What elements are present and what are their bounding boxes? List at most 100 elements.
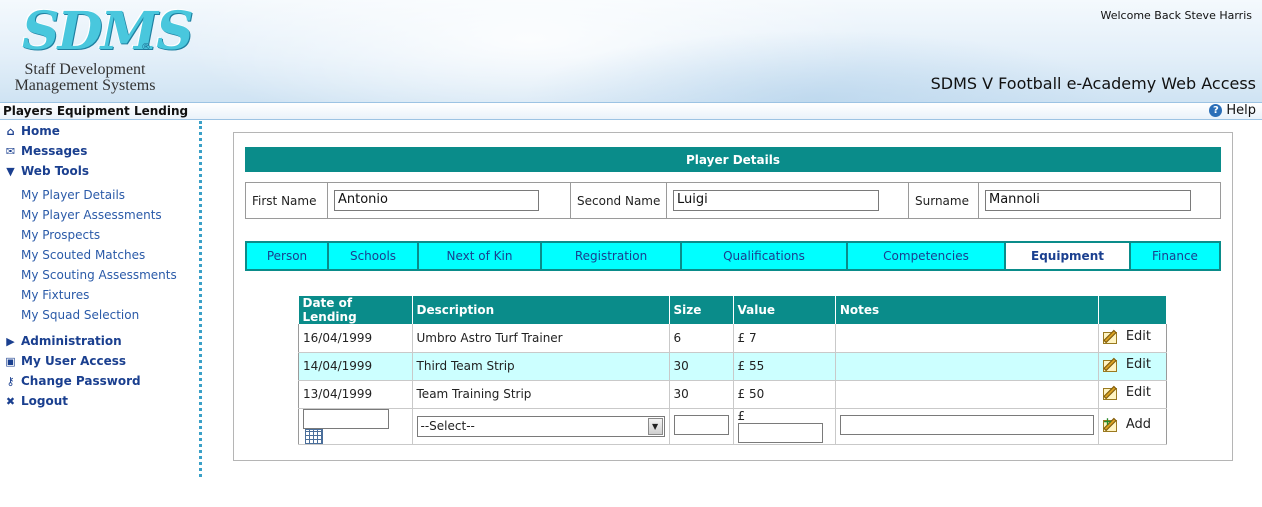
currency-symbol: £ (737, 409, 746, 423)
first-name-cell: Antonio (328, 183, 571, 218)
nav-change-password[interactable]: ⚷ Change Password (5, 372, 141, 390)
surname-cell: Mannoli (979, 183, 1220, 218)
nav-web-tools-label[interactable]: Web Tools (21, 164, 89, 178)
logo-registered-mark: ® (141, 42, 151, 53)
cell-description: Team Training Strip (412, 380, 670, 409)
first-name-field[interactable]: Antonio (334, 190, 539, 211)
second-name-label-cell: Second Name (571, 183, 667, 218)
logo-subtitle: Staff Development Management Systems (10, 62, 160, 94)
chevron-down-icon[interactable]: ▼ (647, 417, 663, 435)
nav-my-user-access[interactable]: ▣ My User Access (5, 352, 126, 370)
tab-qualifications[interactable]: Qualifications (682, 243, 848, 269)
sidebar-divider (199, 121, 202, 477)
page-title: Players Equipment Lending (3, 104, 189, 118)
new-date-input[interactable] (303, 408, 389, 429)
calendar-icon[interactable] (305, 428, 323, 444)
table-row: 14/04/1999 Third Team Strip 30 £ 55 Edit (298, 352, 1168, 381)
nav-administration[interactable]: ▶ Administration (5, 332, 122, 350)
nav-my-user-access-label[interactable]: My User Access (21, 354, 126, 368)
cell-size: 30 (669, 380, 734, 409)
second-name-label: Second Name (577, 193, 661, 208)
edit-button[interactable]: Edit (1102, 357, 1151, 372)
tab-finance[interactable]: Finance (1131, 243, 1219, 269)
cell-value: £ 7 (733, 324, 836, 353)
logo-line-1: Staff Development (24, 61, 146, 78)
new-size-cell (669, 408, 734, 445)
col-date-of-lending: Date of Lending (298, 296, 413, 324)
edit-button[interactable]: Edit (1102, 329, 1151, 344)
new-date-cell (298, 408, 413, 445)
table-row: 16/04/1999 Umbro Astro Turf Trainer 6 £ … (298, 324, 1168, 353)
nav-messages-label[interactable]: Messages (21, 144, 87, 158)
edit-pencil-icon[interactable] (1102, 329, 1121, 344)
nav-logout[interactable]: ✖ Logout (5, 392, 68, 410)
tab-competencies[interactable]: Competencies (848, 243, 1006, 269)
table-row: 13/04/1999 Team Training Strip 30 £ 50 E… (298, 380, 1168, 409)
col-actions (1098, 296, 1168, 324)
help-label[interactable]: Help (1226, 103, 1256, 118)
help-link[interactable]: ? Help (1209, 103, 1256, 118)
cell-action: Edit (1098, 324, 1168, 353)
edit-pencil-icon[interactable] (1102, 357, 1121, 372)
nav-home-label[interactable]: Home (21, 124, 60, 138)
first-name-label: First Name (252, 193, 317, 208)
logout-x-icon: ✖ (5, 394, 16, 408)
tab-schools[interactable]: Schools (329, 243, 419, 269)
edit-label[interactable]: Edit (1126, 329, 1151, 344)
cell-notes (835, 352, 1099, 381)
new-size-input[interactable] (673, 414, 729, 435)
tab-registration[interactable]: Registration (542, 243, 682, 269)
cell-value: £ 55 (733, 352, 836, 381)
page-titlebar: Players Equipment Lending ? Help (0, 102, 1262, 120)
add-button[interactable]: + Add (1102, 416, 1151, 432)
nav-web-tools[interactable]: ▼ Web Tools (5, 162, 89, 180)
edit-label[interactable]: Edit (1126, 385, 1151, 400)
nav-my-scouted-matches[interactable]: My Scouted Matches (21, 248, 145, 262)
add-pencil-icon[interactable]: + (1102, 416, 1121, 432)
description-select-value[interactable]: --Select-- (418, 419, 475, 433)
cell-description: Third Team Strip (412, 352, 670, 381)
welcome-message: Welcome Back Steve Harris (1100, 9, 1252, 22)
nav-administration-label[interactable]: Administration (21, 334, 122, 348)
nav-my-prospects[interactable]: My Prospects (21, 228, 100, 242)
nav-my-player-assessments[interactable]: My Player Assessments (21, 208, 162, 222)
edit-pencil-icon[interactable] (1102, 385, 1121, 400)
nav-logout-label[interactable]: Logout (21, 394, 68, 408)
cell-action: Edit (1098, 380, 1168, 409)
col-notes: Notes (835, 296, 1099, 324)
add-label[interactable]: Add (1126, 417, 1151, 432)
nav-my-fixtures[interactable]: My Fixtures (21, 288, 89, 302)
nav-my-player-details[interactable]: My Player Details (21, 188, 125, 202)
edit-label[interactable]: Edit (1126, 357, 1151, 372)
cell-notes (835, 324, 1099, 353)
col-size: Size (669, 296, 734, 324)
player-details-header: Player Details (245, 147, 1221, 172)
lock-icon: ▣ (5, 354, 16, 368)
nav-home[interactable]: ⌂ Home (5, 122, 60, 140)
edit-button[interactable]: Edit (1102, 385, 1151, 400)
nav-my-scouting-assessments[interactable]: My Scouting Assessments (21, 268, 177, 282)
table-header-row: Date of Lending Description Size Value N… (298, 296, 1168, 324)
surname-field[interactable]: Mannoli (985, 190, 1191, 211)
new-value-input[interactable] (737, 423, 823, 443)
col-value: Value (733, 296, 836, 324)
help-icon[interactable]: ? (1209, 104, 1223, 117)
description-select[interactable]: --Select-- ▼ (416, 415, 665, 437)
nav-my-squad-selection[interactable]: My Squad Selection (21, 308, 139, 322)
messages-icon: ✉ (5, 144, 16, 158)
cell-value: £ 50 (733, 380, 836, 409)
tab-person[interactable]: Person (247, 243, 329, 269)
header-banner: SDMS ® Staff Development Management Syst… (0, 0, 1262, 102)
tab-equipment[interactable]: Equipment (1006, 243, 1131, 269)
cell-notes (835, 380, 1099, 409)
nav-change-password-label[interactable]: Change Password (21, 374, 141, 388)
cell-date: 14/04/1999 (298, 352, 413, 381)
tab-next-of-kin[interactable]: Next of Kin (419, 243, 542, 269)
equipment-table: Date of Lending Description Size Value N… (298, 296, 1168, 445)
col-description: Description (412, 296, 670, 324)
nav-messages[interactable]: ✉ Messages (5, 142, 87, 160)
second-name-field[interactable]: Luigi (673, 190, 879, 211)
cell-action: Edit (1098, 352, 1168, 381)
expand-triangle-icon: ▼ (6, 164, 15, 178)
new-notes-input[interactable] (839, 414, 1094, 435)
